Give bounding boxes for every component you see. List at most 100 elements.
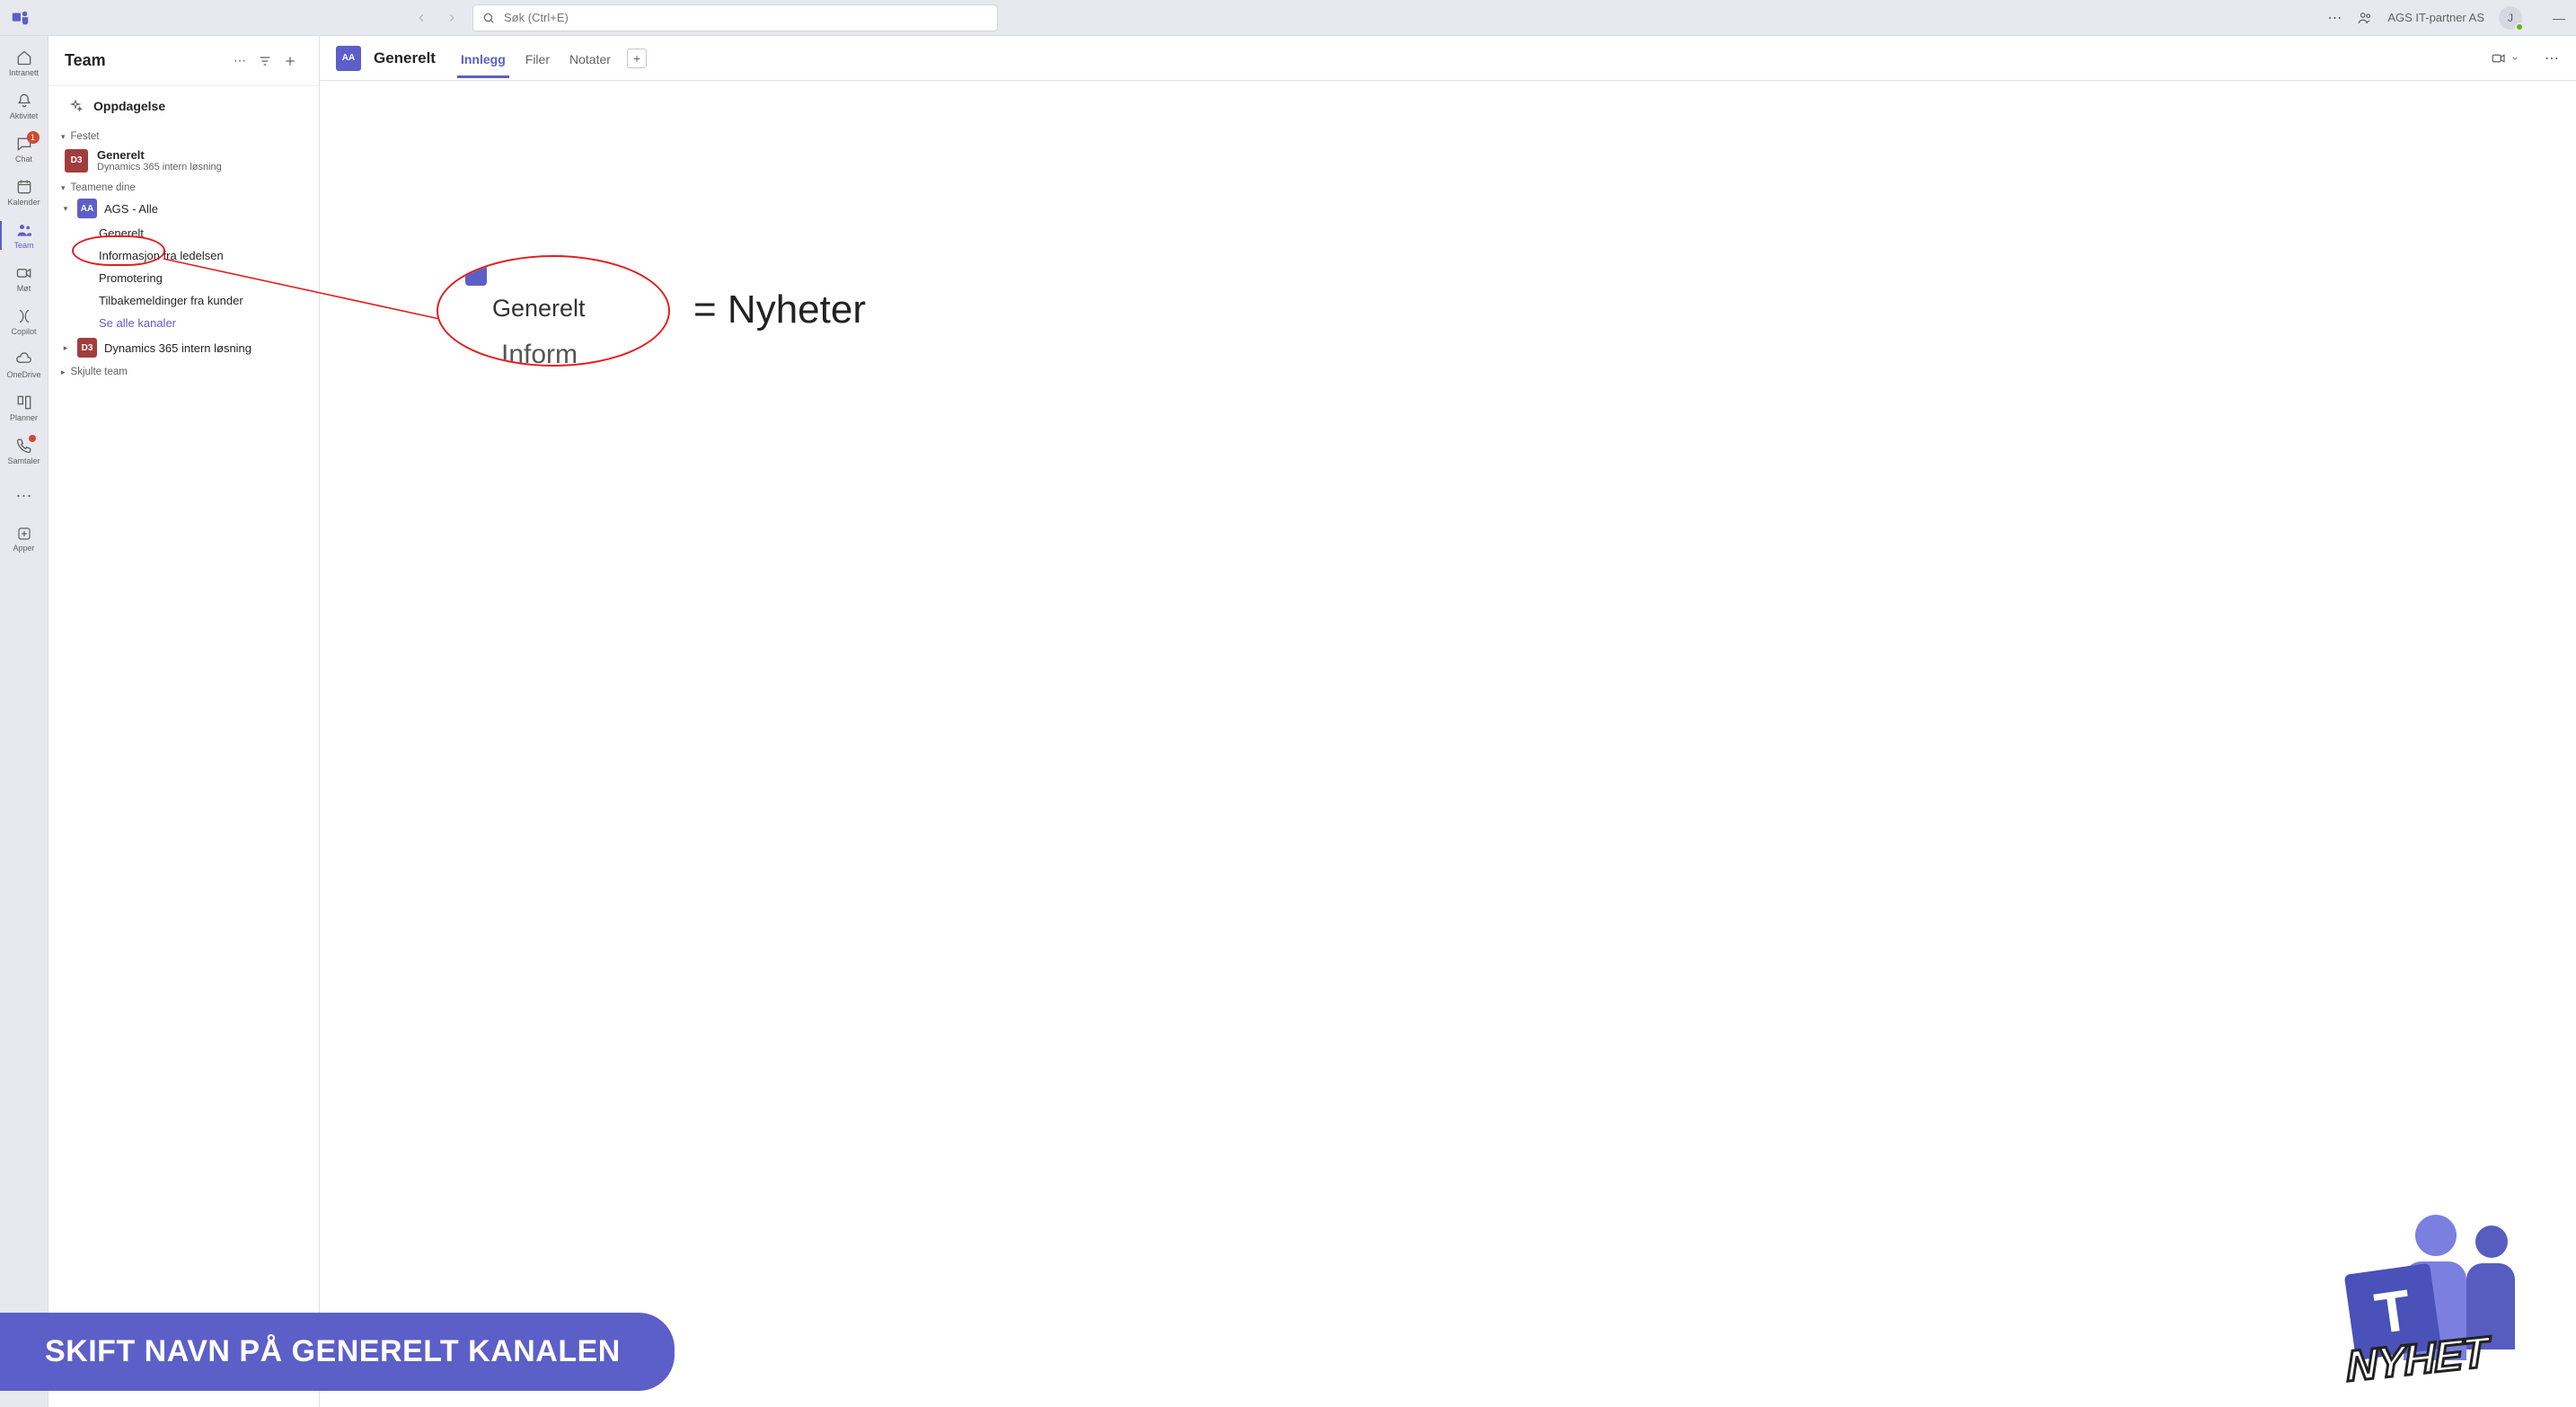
annotation-zoom-oval: Generelt Inform (437, 255, 670, 367)
back-button[interactable] (408, 4, 435, 31)
pinned-sub: Dynamics 365 intern løsning (97, 162, 222, 173)
rail-planner[interactable]: Planner (0, 386, 49, 429)
channel-promotering[interactable]: Promotering (49, 267, 319, 289)
team-name: Dynamics 365 intern løsning (104, 341, 251, 355)
tab-filer[interactable]: Filer (522, 40, 553, 77)
rail-label: Intranett (9, 68, 39, 77)
titlebar-more-icon[interactable]: ⋯ (2327, 9, 2342, 27)
pinned-text: Generelt Dynamics 365 intern løsning (97, 148, 222, 173)
rail-onedrive[interactable]: OneDrive (0, 343, 49, 386)
rail-label: OneDrive (6, 370, 40, 379)
teamlist-more-icon[interactable]: ⋯ (227, 49, 252, 74)
zoom-oval: Generelt Inform (437, 255, 670, 367)
rail-intranett[interactable]: Intranett (0, 41, 49, 84)
rail-label: Aktivitet (10, 111, 39, 120)
rail-aktivitet[interactable]: Aktivitet (0, 84, 49, 128)
section-title: Teamene dine (71, 182, 136, 193)
channel-more-icon[interactable]: ⋯ (2545, 49, 2560, 67)
team-list-header: Team ⋯ (49, 36, 319, 86)
org-name: AGS IT-partner AS (2387, 11, 2484, 24)
search-input[interactable] (504, 11, 988, 24)
rail-label: Copilot (11, 327, 36, 336)
rail-more[interactable]: ⋯ (0, 478, 48, 514)
team-list-title: Team (65, 51, 227, 70)
history-nav (408, 4, 465, 31)
chevron-right-icon: ▸ (61, 343, 70, 353)
chevron-down-icon: ▾ (61, 132, 66, 142)
create-team-icon[interactable] (278, 49, 303, 74)
discover-label: Oppdagelse (93, 99, 165, 113)
main-area: AA Generelt Innlegg Filer Notater + ⋯ (320, 36, 2576, 1407)
tab-innlegg[interactable]: Innlegg (457, 40, 509, 77)
teams-app-icon (11, 8, 31, 28)
team-avatar: AA (77, 199, 97, 218)
camera-icon (2491, 50, 2507, 66)
chevron-down-icon: ▾ (61, 183, 66, 193)
team-list-panel: Team ⋯ Oppdagelse ▾ Festet D3 Generelt Dy… (49, 36, 320, 1407)
rail-label: Samtaler (7, 456, 40, 465)
search-icon (482, 12, 495, 24)
minimize-button[interactable]: — (2553, 11, 2565, 25)
rail-label: Planner (10, 413, 38, 422)
presence-indicator (2515, 22, 2524, 31)
add-tab-button[interactable]: + (627, 49, 647, 68)
section-title: Skjulte team (71, 367, 128, 377)
nyhet-logo: T NYHET (2278, 1215, 2547, 1403)
rail-label: Kalender (7, 198, 40, 207)
see-all-channels-link[interactable]: Se alle kanaler (49, 312, 319, 334)
avatar-initial: J (2508, 12, 2513, 24)
chevron-down-icon (2510, 54, 2519, 63)
window-controls: — (2553, 11, 2565, 25)
rail-label: Apper (13, 544, 34, 553)
search-box[interactable] (472, 4, 998, 31)
section-title: Festet (71, 131, 100, 142)
rail-team[interactable]: Team (0, 214, 49, 257)
channel-informasjon[interactable]: Informasjon fra ledelsen (49, 244, 319, 267)
channel-topbar: AA Generelt Innlegg Filer Notater + ⋯ (320, 36, 2576, 81)
chevron-right-icon: ▸ (61, 367, 66, 377)
headline-banner: SKIFT NAVN PÅ GENERELT KANALEN (0, 1313, 675, 1391)
channel-team-avatar: AA (336, 46, 361, 71)
chat-badge: 1 (27, 131, 40, 144)
hidden-teams-section-header[interactable]: ▸ Skjulte team (49, 361, 319, 379)
your-teams-section-header[interactable]: ▾ Teamene dine (49, 177, 319, 195)
pinned-section-header[interactable]: ▾ Festet (49, 126, 319, 144)
pinned-name: Generelt (97, 148, 222, 162)
team-avatar: D3 (77, 338, 97, 358)
meet-button[interactable] (2491, 50, 2519, 66)
tab-notater[interactable]: Notater (566, 40, 614, 77)
forward-button[interactable] (438, 4, 465, 31)
team-name: AGS - Alle (104, 202, 158, 216)
rail-label: Team (13, 241, 33, 250)
channel-tilbakemeldinger[interactable]: Tilbakemeldinger fra kunder (49, 289, 319, 312)
team-row-ags[interactable]: ▾ AA AGS - Alle (49, 195, 319, 222)
channel-title: Generelt (374, 49, 436, 67)
rail-chat[interactable]: 1 Chat (0, 128, 49, 171)
rail-copilot[interactable]: Copilot (0, 300, 49, 343)
titlebar-right: ⋯ AGS IT-partner AS J — (2327, 6, 2565, 30)
rail-label: Chat (15, 155, 32, 164)
rail-label: Møt (17, 284, 31, 293)
rail-apps[interactable]: Apper (0, 518, 49, 561)
people-presence-icon[interactable] (2357, 10, 2373, 26)
rail-kalender[interactable]: Kalender (0, 171, 49, 214)
search-wrap (472, 4, 998, 31)
channel-generelt[interactable]: Generelt (49, 222, 319, 244)
rail-samtaler[interactable]: Samtaler (0, 429, 49, 473)
team-row-dynamics[interactable]: ▸ D3 Dynamics 365 intern løsning (49, 334, 319, 361)
annotation-equals-nyheter: = Nyheter (693, 288, 866, 332)
zoom-main-text: Generelt (492, 295, 586, 323)
app-body: Intranett Aktivitet 1 Chat Kalender Team… (0, 36, 2576, 1407)
discover-row[interactable]: Oppdagelse (49, 86, 319, 126)
zoom-bottom-fragment: Inform (501, 340, 578, 367)
user-avatar[interactable]: J (2499, 6, 2522, 30)
filter-icon[interactable] (252, 49, 278, 74)
chevron-down-icon: ▾ (61, 204, 70, 214)
app-rail: Intranett Aktivitet 1 Chat Kalender Team… (0, 36, 49, 1407)
zoom-avatar-fragment (465, 264, 487, 286)
pinned-channel[interactable]: D3 Generelt Dynamics 365 intern løsning (49, 144, 319, 177)
team-avatar: D3 (65, 149, 88, 173)
sparkle-icon (68, 99, 83, 113)
rail-mot[interactable]: Møt (0, 257, 49, 300)
title-bar: ⋯ AGS IT-partner AS J — (0, 0, 2576, 36)
